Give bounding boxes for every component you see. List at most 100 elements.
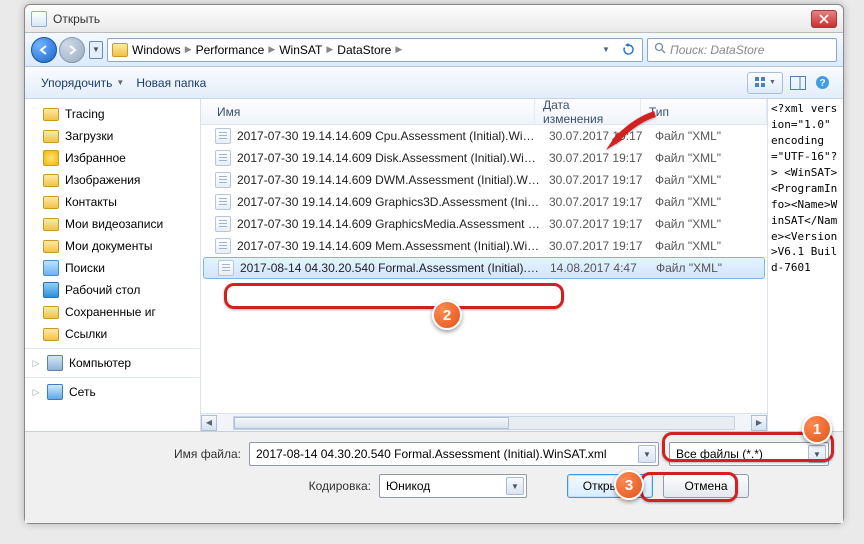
file-row[interactable]: 2017-07-30 19.14.14.609 Graphics3D.Asses… [201,191,767,213]
column-date[interactable]: Дата изменения [535,99,641,124]
file-type: Файл "XML" [647,129,767,143]
breadcrumb-item[interactable]: DataStore [337,43,391,57]
tree-item[interactable]: Tracing [25,103,200,125]
history-dropdown[interactable]: ▼ [89,41,103,59]
chevron-down-icon[interactable]: ▼ [506,477,524,495]
file-row[interactable]: 2017-07-30 19.14.14.609 Cpu.Assessment (… [201,125,767,147]
new-folder-button[interactable]: Новая папка [130,73,212,93]
folder-icon [43,240,59,253]
address-dropdown[interactable]: ▼ [596,40,616,60]
file-type: Файл "XML" [647,195,767,209]
encoding-dropdown[interactable]: Юникод ▼ [379,474,527,498]
window-title: Открыть [53,12,100,26]
file-row[interactable]: 2017-07-30 19.14.14.609 GraphicsMedia.As… [201,213,767,235]
document-icon [31,11,47,27]
view-mode-button[interactable]: ▼ [747,72,783,94]
column-headers[interactable]: Имя Дата изменения Тип [201,99,767,125]
cancel-button[interactable]: Отмена [663,474,749,498]
forward-button[interactable] [59,37,85,63]
refresh-button[interactable] [618,40,638,60]
titlebar[interactable]: Открыть [25,5,843,33]
back-button[interactable] [31,37,57,63]
tree-item[interactable]: Мои видеозаписи [25,213,200,235]
file-name: 2017-07-30 19.14.14.609 Cpu.Assessment (… [237,129,541,143]
file-name: 2017-07-30 19.14.14.609 Mem.Assessment (… [237,239,541,253]
scroll-left-button[interactable]: ◀ [201,415,217,431]
file-row[interactable]: 2017-07-30 19.14.14.609 Mem.Assessment (… [201,235,767,257]
xml-file-icon [215,194,231,210]
file-list-pane: Имя Дата изменения Тип 2017-07-30 19.14.… [201,99,767,431]
favorites-icon [43,150,59,166]
tree-item[interactable]: Ссылки [25,323,200,345]
tree-item-computer[interactable]: ▷Компьютер [25,352,200,374]
file-name: 2017-07-30 19.14.14.609 DWM.Assessment (… [237,173,541,187]
organize-menu[interactable]: Упорядочить▼ [35,73,130,93]
file-row[interactable]: 2017-08-14 04.30.20.540 Formal.Assessmen… [203,257,765,279]
folder-icon [43,306,59,319]
chevron-down-icon: ▼ [116,78,124,87]
file-date: 30.07.2017 19:17 [541,217,647,231]
file-date: 30.07.2017 19:17 [541,151,647,165]
network-icon [47,384,63,400]
tree-item[interactable]: Поиски [25,257,200,279]
file-type: Файл "XML" [647,151,767,165]
help-button[interactable]: ? [811,72,833,94]
svg-text:?: ? [819,78,825,89]
column-type[interactable]: Тип [641,99,767,124]
chevron-down-icon[interactable]: ▼ [808,445,826,463]
chevron-down-icon[interactable]: ▼ [638,445,656,463]
bottom-panel: Имя файла: 2017-08-14 04.30.20.540 Forma… [25,431,843,523]
filetype-dropdown[interactable]: Все файлы (*.*) ▼ [669,442,829,466]
folder-icon [43,328,59,341]
chevron-right-icon: ▶ [391,44,406,55]
xml-file-icon [215,128,231,144]
horizontal-scrollbar[interactable]: ◀ ▶ [201,413,767,431]
scroll-right-button[interactable]: ▶ [751,415,767,431]
folder-icon [112,43,128,57]
chevron-right-icon: ▶ [322,44,337,55]
tree-item[interactable]: Мои документы [25,235,200,257]
expand-icon[interactable]: ▷ [31,358,41,369]
file-date: 30.07.2017 19:17 [541,129,647,143]
tree-item[interactable]: Рабочий стол [25,279,200,301]
breadcrumb-item[interactable]: WinSAT [279,43,322,57]
tree-item[interactable]: Изображения [25,169,200,191]
file-date: 30.07.2017 19:17 [541,173,647,187]
xml-file-icon [215,150,231,166]
breadcrumb-item[interactable]: Performance [196,43,265,57]
computer-icon [47,355,63,371]
split-chevron-icon: ▾ [633,482,637,491]
file-row[interactable]: 2017-07-30 19.14.14.609 Disk.Assessment … [201,147,767,169]
column-name[interactable]: Имя [209,99,535,124]
folder-tree[interactable]: Tracing Загрузки Избранное Изображения К… [25,99,201,431]
folder-icon [43,130,59,143]
search-input[interactable]: Поиск: DataStore [647,38,837,62]
scrollbar-thumb[interactable] [234,417,509,429]
close-button[interactable] [811,10,837,28]
open-button[interactable]: Открыть ▾ [567,474,653,498]
tree-item-network[interactable]: ▷Сеть [25,381,200,403]
expand-icon[interactable]: ▷ [31,387,41,398]
address-bar[interactable]: Windows▶ Performance▶ WinSAT▶ DataStore▶… [107,38,643,62]
xml-file-icon [215,216,231,232]
file-row[interactable]: 2017-07-30 19.14.14.609 DWM.Assessment (… [201,169,767,191]
tree-item[interactable]: Загрузки [25,125,200,147]
file-type: Файл "XML" [648,261,764,275]
file-name: 2017-08-14 04.30.20.540 Formal.Assessmen… [240,261,542,275]
file-name: 2017-07-30 19.14.14.609 GraphicsMedia.As… [237,217,541,231]
chevron-right-icon: ▶ [264,44,279,55]
toolbar: Упорядочить▼ Новая папка ▼ ? [25,67,843,99]
tree-item[interactable]: Избранное [25,147,200,169]
breadcrumb-item[interactable]: Windows [132,43,181,57]
file-rows[interactable]: 2017-07-30 19.14.14.609 Cpu.Assessment (… [201,125,767,413]
navigation-bar: ▼ Windows▶ Performance▶ WinSAT▶ DataStor… [25,33,843,67]
filename-input[interactable]: 2017-08-14 04.30.20.540 Formal.Assessmen… [249,442,659,466]
preview-pane: <?xml version="1.0" encoding="UTF-16"?> … [767,99,843,431]
file-date: 30.07.2017 19:17 [541,195,647,209]
tree-item[interactable]: Сохраненные иг [25,301,200,323]
preview-pane-toggle[interactable] [787,72,809,94]
encoding-label: Кодировка: [39,479,379,493]
folder-icon [43,108,59,121]
tree-item[interactable]: Контакты [25,191,200,213]
folder-icon [43,196,59,209]
